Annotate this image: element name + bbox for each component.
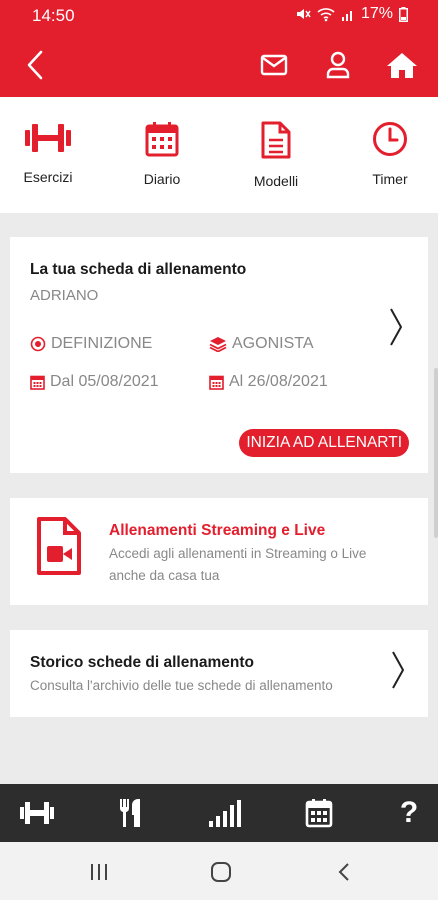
calendar-icon	[209, 375, 224, 390]
messages-button[interactable]	[257, 48, 291, 82]
top-nav: Esercizi Diario Modelli Timer	[0, 97, 438, 213]
nav-timer-label: Timer	[372, 171, 408, 187]
home-circle-icon	[211, 862, 231, 882]
plan-title: La tua scheda di allenamento	[30, 261, 247, 278]
bottom-nav-help[interactable]: ?	[389, 796, 429, 830]
wifi-icon	[317, 8, 335, 22]
recent-apps-button[interactable]	[84, 860, 114, 884]
plan-end-date-text: Al 26/08/2021	[229, 373, 328, 390]
calendar-icon	[145, 122, 179, 157]
chevron-right-icon[interactable]	[388, 307, 404, 347]
plan-athlete-name: ADRIANO	[30, 287, 99, 304]
calendar-icon	[305, 799, 333, 828]
document-icon	[261, 121, 291, 159]
history-card[interactable]: Storico schede di allenamento Consulta l…	[10, 630, 428, 717]
back-icon	[27, 50, 43, 80]
plan-card[interactable]: La tua scheda di allenamento ADRIANO DEF…	[10, 237, 428, 473]
fork-knife-icon	[119, 799, 140, 827]
home-button[interactable]	[385, 48, 419, 82]
streaming-desc-line1: Accedi agli allenamenti in Streaming o L…	[109, 546, 367, 561]
help-icon: ?	[399, 796, 419, 829]
plan-goal-text: DEFINIZIONE	[51, 335, 153, 352]
battery-percent: 17%	[360, 5, 393, 22]
nav-esercizi-label: Esercizi	[23, 169, 73, 185]
dumbbell-icon	[25, 124, 71, 152]
bottom-nav-stats[interactable]	[205, 796, 245, 830]
mail-icon	[260, 54, 288, 76]
signal-bars-icon	[209, 800, 241, 827]
nav-timer[interactable]: Timer	[345, 121, 435, 187]
home-icon	[387, 53, 417, 78]
streaming-desc-line2: anche da casa tua	[109, 568, 220, 583]
calendar-icon	[30, 375, 45, 390]
signal-icon	[341, 11, 352, 21]
home-nav-button[interactable]	[206, 860, 236, 884]
clock-icon	[373, 122, 407, 156]
back-button[interactable]	[18, 48, 52, 82]
bottom-nav-calendar[interactable]	[299, 796, 339, 830]
streaming-title: Allenamenti Streaming e Live	[109, 522, 326, 539]
bottom-nav-workouts[interactable]	[17, 796, 57, 830]
scroll-indicator	[434, 368, 438, 538]
target-icon	[30, 336, 46, 352]
system-nav-bar	[0, 842, 438, 900]
nav-esercizi[interactable]: Esercizi	[3, 121, 93, 185]
nav-modelli[interactable]: Modelli	[231, 121, 321, 189]
plan-level-text: AGONISTA	[232, 335, 314, 352]
video-file-icon	[37, 517, 81, 575]
dumbbell-icon	[20, 802, 54, 824]
status-time: 14:50	[32, 6, 75, 25]
app-bar	[0, 32, 438, 97]
recent-apps-icon	[91, 864, 107, 880]
streaming-card[interactable]: Allenamenti Streaming e Live Accedi agli…	[10, 498, 428, 605]
nav-diario-label: Diario	[143, 171, 181, 187]
mute-icon	[296, 9, 311, 19]
back-nav-button[interactable]	[329, 860, 359, 884]
profile-button[interactable]	[321, 48, 355, 82]
plan-start-date: Dal 05/08/2021	[30, 373, 159, 391]
history-desc: Consulta l'archivio delle tue schede di …	[30, 678, 333, 693]
battery-icon	[399, 6, 408, 22]
status-bar: 14:50 17%	[0, 0, 438, 32]
nav-diario[interactable]: Diario	[117, 121, 207, 187]
start-training-button[interactable]: INIZIA AD ALLENARTI	[239, 429, 409, 457]
layers-icon	[209, 337, 227, 352]
bottom-nav-nutrition[interactable]	[111, 796, 151, 830]
back-nav-icon	[338, 863, 349, 881]
nav-modelli-label: Modelli	[253, 173, 299, 189]
history-title: Storico schede di allenamento	[30, 654, 254, 671]
plan-end-date: Al 26/08/2021	[209, 373, 328, 391]
plan-goal: DEFINIZIONE	[30, 335, 152, 353]
plan-level: AGONISTA	[209, 335, 314, 353]
chevron-right-icon[interactable]	[390, 650, 406, 690]
bottom-nav: ?	[0, 784, 438, 842]
plan-start-date-text: Dal 05/08/2021	[50, 373, 159, 390]
user-icon	[326, 51, 350, 79]
